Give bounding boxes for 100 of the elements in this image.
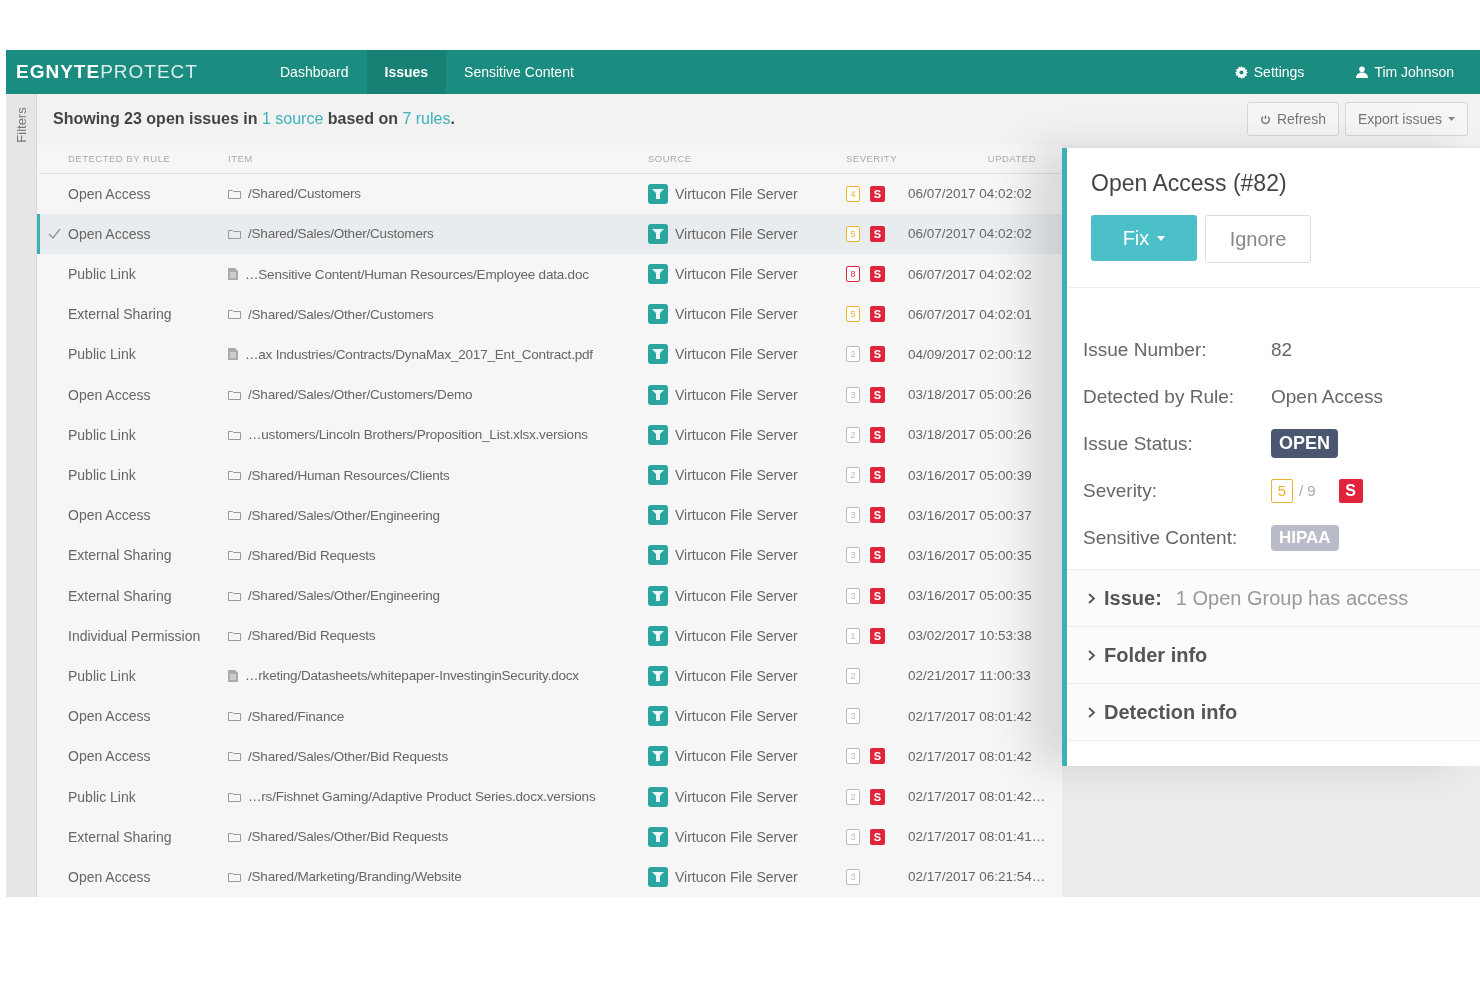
user-menu[interactable]: Tim Johnson	[1350, 63, 1460, 81]
item-path: /Shared/Marketing/Branding/Website	[248, 869, 462, 885]
source-name: Virtucon File Server	[675, 346, 798, 363]
rule-cell-text: Public Link	[68, 266, 137, 283]
severity-badge: 3	[846, 587, 860, 604]
item-path: …rketing/Datasheets/whitepaper-InvestinginSecurity.docx	[245, 668, 579, 684]
severity-badge: 2	[846, 426, 860, 443]
refresh-button[interactable]: Refresh	[1246, 102, 1339, 137]
updated-time: 04/09/2017 02:00:12	[908, 346, 1033, 362]
collapsible-section[interactable]: Issue: 1 Open Group has access	[1067, 570, 1480, 627]
collapsible-section[interactable]: Detection info	[1067, 684, 1480, 741]
field-label: Detected by Rule:	[1083, 384, 1236, 409]
rule-cell-text: Open Access	[68, 868, 152, 885]
updated-time: 02/21/2017 11:00:33	[908, 668, 1032, 684]
rule-cell-text: Public Link	[68, 426, 137, 443]
collapsible-section[interactable]: Folder info	[1067, 627, 1480, 684]
severity-badge: 3	[846, 868, 860, 885]
item-path: /Shared/Customers	[248, 186, 361, 202]
field-label: Issue Status:	[1083, 431, 1194, 456]
rule-cell-text: Public Link	[68, 667, 137, 684]
issue-row[interactable]: Open Access /Shared/Sales/Other/Customers Virtucon File Server 5 S 06/07/2017 04:02:02	[37, 213, 1062, 254]
rule-cell-text: Open Access	[68, 225, 152, 242]
updated-time: 03/16/2017 05:00:35	[908, 547, 1033, 563]
severity-badge: 2	[846, 788, 860, 805]
source-name: Virtucon File Server	[675, 708, 798, 725]
issue-row[interactable]: Public Link …rs/Fishnet Gaming/Adaptive Product Series.docx.versions Virtucon File Server 2 S 02/17/2017 08:01:42…	[37, 776, 1062, 817]
sensitive-badge: S	[870, 386, 885, 403]
issue-row[interactable]: External Sharing /Shared/Sales/Other/Engineering Virtucon File Server 3 S 03/16/2017 05:00:35	[37, 575, 1062, 616]
source-name: Virtucon File Server	[675, 185, 798, 202]
export-issues-button[interactable]: Export issues	[1344, 102, 1468, 137]
ignore-button[interactable]: Ignore	[1205, 215, 1311, 263]
content-tag: HIPAA	[1271, 524, 1339, 551]
severity-badge: 5	[846, 306, 860, 323]
issue-row[interactable]: Open Access /Shared/Sales/Other/Customers/Demo Virtucon File Server 3 S 03/18/2017 05:00:26	[37, 374, 1062, 415]
nav-tab[interactable]: Dashboard	[262, 50, 367, 94]
severity-badge: 2	[846, 667, 860, 684]
updated-time: 02/17/2017 08:01:42…	[908, 789, 1047, 805]
issue-row[interactable]: Open Access /Shared/Customers Virtucon File Server 4 S 06/07/2017 04:02:02	[37, 173, 1062, 214]
folder-icon	[228, 871, 241, 882]
issue-row[interactable]: Public Link …ustomers/Lincoln Brothers/Proposition_List.xlsx.versions Virtucon File Server 2 S 03/18/2017 05:00:26	[37, 414, 1062, 455]
source-name: Virtucon File Server	[675, 667, 798, 684]
folder-icon	[228, 711, 241, 722]
issue-row[interactable]: Open Access /Shared/Sales/Other/Engineering Virtucon File Server 3 S 03/16/2017 05:00:37	[37, 495, 1062, 536]
folder-icon	[228, 751, 241, 762]
issue-row[interactable]: External Sharing /Shared/Sales/Other/Customers Virtucon File Server 5 S 06/07/2017 04:02:01	[37, 294, 1062, 335]
folder-icon	[228, 630, 241, 641]
nav-tab[interactable]: Issues	[366, 50, 447, 94]
issue-row[interactable]: Public Link /Shared/Human Resources/Clients Virtucon File Server 2 S 03/16/2017 05:00:39	[37, 454, 1062, 496]
source-name: Virtucon File Server	[675, 547, 798, 564]
updated-time: 06/07/2017 04:02:02	[908, 226, 1033, 242]
rule-cell-text: External Sharing	[68, 828, 173, 845]
issue-row[interactable]: Open Access /Shared/Finance Virtucon File Server 3 02/17/2017 08:01:42	[37, 696, 1062, 737]
rule-cell-text: Open Access	[68, 386, 152, 403]
severity-badge: 5	[846, 225, 860, 242]
sensitive-badge: S	[870, 788, 885, 805]
rule-cell-text: Public Link	[68, 346, 137, 363]
folder-icon	[228, 470, 241, 481]
issue-row[interactable]: Public Link …rketing/Datasheets/whitepaper-InvestinginSecurity.docx Virtucon File Server 2 02/21/2017 11:00:33	[37, 655, 1062, 697]
issue-row[interactable]: Public Link …Sensitive Content/Human Resources/Employee data.doc Virtucon File Server 8 S 06/07/2017 04:02:02	[37, 254, 1062, 295]
source-name: Virtucon File Server	[675, 828, 798, 845]
severity-badge: 8	[846, 266, 860, 283]
source-name: Virtucon File Server	[675, 225, 798, 242]
sensitive-badge: S	[870, 225, 885, 242]
source-name: Virtucon File Server	[675, 868, 798, 885]
folder-icon	[228, 831, 241, 842]
rule-cell-text: Public Link	[68, 788, 137, 805]
filters-sidebar[interactable]: Filters	[6, 94, 37, 897]
nav-tab[interactable]: Sensitive Content	[446, 50, 592, 94]
issue-row[interactable]: Open Access /Shared/Marketing/Branding/Website Virtucon File Server 3 02/17/2017 06:21:54…	[37, 856, 1062, 897]
item-path: /Shared/Sales/Other/Bid Requests	[248, 829, 448, 845]
item-path: /Shared/Human Resources/Clients	[248, 467, 450, 483]
severity-badge: 3	[846, 547, 860, 564]
severity-badge: 3	[846, 386, 860, 403]
severity-badge: 2	[846, 346, 860, 363]
status-badge: OPEN	[1271, 429, 1338, 458]
issue-row[interactable]: External Sharing /Shared/Bid Requests Virtucon File Server 3 S 03/16/2017 05:00:35	[37, 535, 1062, 576]
document-icon	[228, 348, 238, 361]
settings-link[interactable]: Settings	[1228, 63, 1311, 81]
item-path: /Shared/Sales/Other/Customers	[248, 306, 434, 322]
updated-time: 06/07/2017 04:02:01	[908, 306, 1033, 322]
field-label: Sensitive Content:	[1083, 525, 1239, 550]
severity-badge: 5	[1271, 478, 1293, 503]
updated-time: 02/17/2017 08:01:41…	[908, 829, 1047, 845]
issue-row[interactable]: Individual Permission /Shared/Bid Requests Virtucon File Server 1 S 03/02/2017 10:53:38	[37, 615, 1062, 656]
item-path: /Shared/Sales/Other/Bid Requests	[248, 748, 448, 764]
issue-row[interactable]: Open Access /Shared/Sales/Other/Bid Requests Virtucon File Server 3 S 02/17/2017 08:01:42	[37, 736, 1062, 777]
severity-badge: 3	[846, 828, 860, 845]
issue-row[interactable]: Public Link …ax Industries/Contracts/DynaMax_2017_Ent_Contract.pdf Virtucon File Server 2 S 04/09/2017 02:00:12	[37, 334, 1062, 375]
updated-time: 03/16/2017 05:00:37	[908, 507, 1033, 523]
source-name: Virtucon File Server	[675, 266, 798, 283]
folder-icon	[228, 389, 241, 400]
rule-cell-text: Open Access	[68, 507, 152, 524]
updated-time: 06/07/2017 04:02:02	[908, 266, 1033, 282]
sensitive-badge: S	[870, 587, 885, 604]
item-path: /Shared/Finance	[248, 708, 345, 724]
severity-badge: 3	[846, 748, 860, 765]
egnyte-protect-logo[interactable]: EGNYTEPROTECT	[6, 61, 262, 83]
issue-row[interactable]: External Sharing /Shared/Sales/Other/Bid Requests Virtucon File Server 3 S 02/17/2017 08:01:41…	[37, 816, 1062, 857]
severity-badge: 2	[846, 467, 860, 484]
source-name: Virtucon File Server	[675, 587, 798, 604]
